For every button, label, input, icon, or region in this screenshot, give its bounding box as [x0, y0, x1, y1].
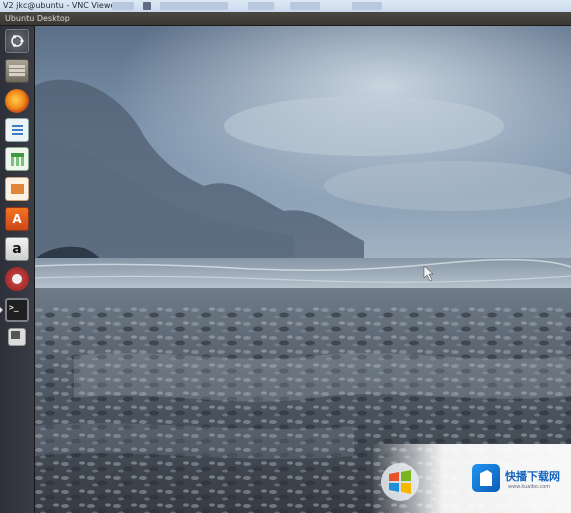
vnc-toolbar-item[interactable]	[248, 2, 274, 10]
terminal-launcher-button[interactable]: >_	[5, 298, 29, 322]
amazon-icon: a	[12, 241, 22, 257]
settings-launcher-button[interactable]	[5, 267, 29, 291]
amazon-launcher-button[interactable]: a	[5, 237, 29, 261]
watermark-title: 快播下载网	[505, 470, 560, 483]
vnc-toolbar-item[interactable]	[160, 2, 228, 10]
vnc-toolbar-item[interactable]	[352, 2, 382, 10]
terminal-icon: >_	[9, 303, 19, 312]
desktop-wallpaper[interactable]	[34, 26, 571, 513]
unity-launcher: A a >_	[0, 26, 35, 513]
firefox-launcher-button[interactable]	[5, 89, 29, 113]
ubuntu-top-panel: Ubuntu Desktop	[0, 12, 571, 26]
shopping-bag-icon: A	[12, 212, 22, 226]
software-center-launcher-button[interactable]: A	[5, 207, 29, 231]
vnc-toolbar-item[interactable]	[143, 2, 151, 10]
watermark-subtitle: www.kuaibo.com	[508, 484, 551, 490]
file-cabinet-icon	[9, 65, 25, 77]
watermark-logo-icon	[472, 464, 500, 492]
vnc-window-title: V2 jkc@ubuntu - VNC Viewer	[3, 1, 119, 10]
writer-launcher-button[interactable]	[5, 118, 29, 142]
windows-logo-icon	[381, 463, 419, 501]
active-app-indicator	[0, 307, 3, 313]
calc-launcher-button[interactable]	[5, 147, 29, 171]
vnc-toolbar-item[interactable]	[112, 2, 134, 10]
workspace-switcher-button[interactable]	[8, 328, 26, 346]
vnc-toolbar-item[interactable]	[290, 2, 320, 10]
impress-launcher-button[interactable]	[5, 177, 29, 201]
dash-home-button[interactable]	[5, 29, 29, 53]
panel-title: Ubuntu Desktop	[5, 14, 70, 23]
beach-wallpaper-image	[34, 26, 571, 513]
files-launcher-button[interactable]	[5, 59, 29, 83]
ubuntu-logo-icon	[11, 35, 24, 47]
